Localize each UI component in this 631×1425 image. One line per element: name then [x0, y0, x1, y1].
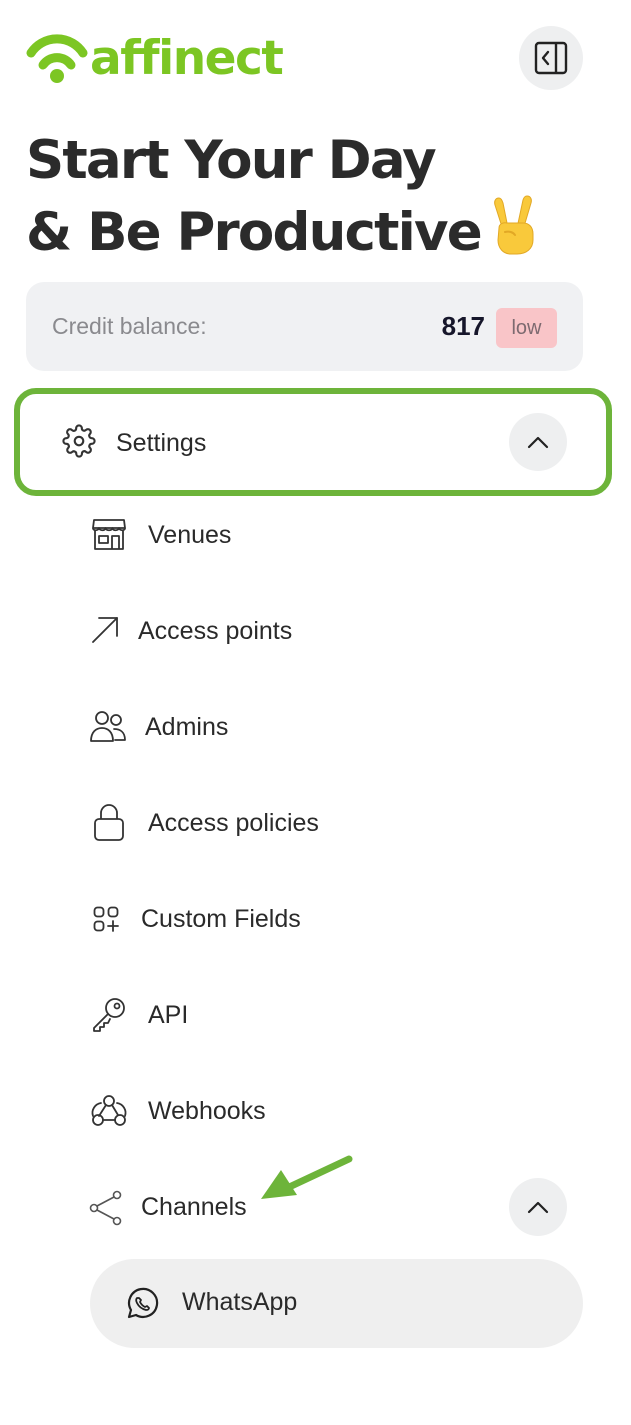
settings-menu-item[interactable]: Settings	[14, 388, 612, 496]
channels-collapse-button[interactable]	[509, 1178, 567, 1236]
wifi-logo-icon	[26, 34, 88, 83]
annotation-arrow-icon	[261, 1155, 353, 1199]
menu-item-label: Access points	[138, 617, 293, 645]
credit-balance-label: Credit balance:	[52, 313, 207, 339]
menu-item-label: Admins	[145, 713, 229, 741]
settings-collapse-button[interactable]	[509, 413, 567, 471]
menu-item-access-points[interactable]: Access points	[0, 601, 631, 661]
brand-name: affinect	[90, 30, 284, 86]
grid-plus-icon	[93, 906, 119, 932]
storefront-icon	[91, 517, 127, 551]
lock-icon	[93, 802, 125, 842]
webhook-icon	[90, 1092, 128, 1130]
menu-item-label: API	[148, 1001, 189, 1029]
credit-balance-card: Credit balance: 817 low	[26, 282, 583, 371]
users-icon	[90, 709, 126, 743]
menu-item-custom-fields[interactable]: Custom Fields	[0, 889, 631, 949]
low-credit-badge: low	[496, 308, 557, 348]
menu-item-access-policies[interactable]: Access policies	[0, 793, 631, 853]
menu-item-venues[interactable]: Venues	[0, 505, 631, 565]
menu-item-api[interactable]: API	[0, 985, 631, 1045]
chevron-up-icon	[527, 1201, 549, 1214]
victory-hand-emoji-icon	[489, 194, 539, 272]
sidebar-collapse-icon	[534, 41, 568, 75]
chevron-up-icon	[527, 436, 549, 449]
menu-item-label: Custom Fields	[141, 905, 301, 933]
menu-item-webhooks[interactable]: Webhooks	[0, 1081, 631, 1141]
menu-item-label: Channels	[141, 1193, 247, 1221]
settings-label: Settings	[116, 429, 207, 457]
key-icon	[91, 996, 127, 1032]
collapse-sidebar-button[interactable]	[519, 26, 583, 90]
headline-line-2: & Be Productive	[26, 202, 483, 263]
credit-balance-value: 817	[441, 311, 485, 341]
channel-item-label: WhatsApp	[182, 1288, 298, 1316]
page-headline: Start Your Day & Be Productive	[26, 128, 539, 272]
whatsapp-icon	[124, 1286, 160, 1322]
channel-item-whatsapp[interactable]: WhatsApp	[90, 1259, 583, 1348]
gear-icon	[62, 424, 96, 463]
menu-item-admins[interactable]: Admins	[0, 697, 631, 757]
share-icon	[89, 1190, 123, 1226]
headline-line-1: Start Your Day	[26, 130, 437, 191]
menu-item-label: Access policies	[148, 809, 319, 837]
arrow-up-right-icon	[90, 615, 120, 645]
menu-item-label: Venues	[148, 521, 232, 549]
menu-item-label: Webhooks	[148, 1097, 266, 1125]
brand-logo[interactable]: affinect	[26, 30, 284, 86]
